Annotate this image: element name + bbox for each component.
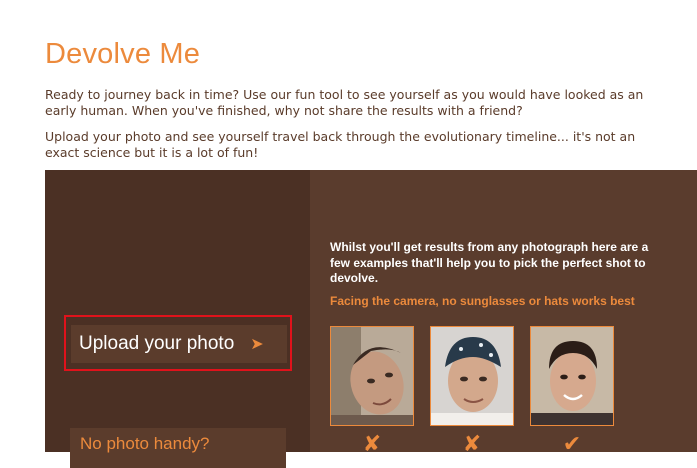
devolve-panel: Upload your photo ➤ No photo handy? Whil… [45, 170, 697, 468]
examples-hint: Facing the camera, no sunglasses or hats… [330, 294, 635, 308]
examples-description: Whilst you'll get results from any photo… [330, 240, 649, 285]
intro-paragraph-2: Upload your photo and see yourself trave… [45, 129, 636, 160]
example-photo-tilted [330, 326, 414, 426]
upload-column: Upload your photo ➤ No photo handy? [45, 170, 310, 468]
page-title: Devolve Me [45, 38, 201, 70]
upload-highlight: Upload your photo ➤ [64, 315, 292, 371]
upload-photo-button[interactable]: Upload your photo ➤ [71, 325, 287, 363]
checkmark-icon: ✔ [562, 432, 582, 457]
arrow-right-icon: ➤ [250, 336, 264, 353]
intro-paragraph: Ready to journey back in time? Use our f… [45, 87, 644, 118]
example-photo-good [530, 326, 614, 426]
cross-icon: ✘ [462, 432, 482, 457]
upload-photo-label: Upload your photo [79, 333, 235, 354]
no-photo-button[interactable]: No photo handy? [70, 428, 286, 468]
example-photo-bandana [430, 326, 514, 426]
cross-icon: ✘ [362, 432, 382, 457]
